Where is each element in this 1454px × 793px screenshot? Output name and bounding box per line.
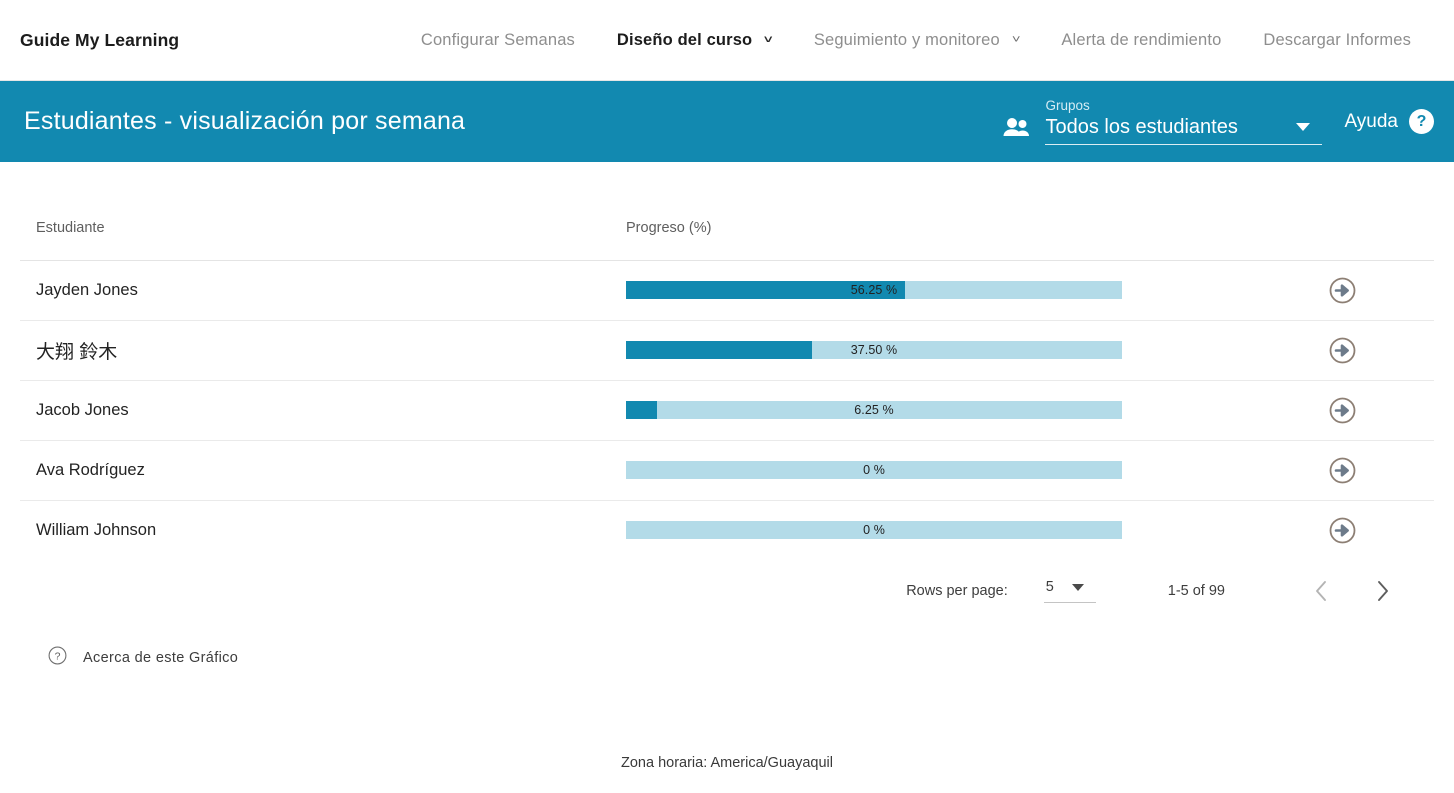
arrow-circle-right-icon[interactable] (1329, 337, 1356, 364)
svg-text:?: ? (55, 651, 61, 663)
cell-progress: 6.25 % (623, 380, 1286, 441)
cell-student: Jayden Jones (20, 260, 623, 321)
column-header-estudiante: Estudiante (20, 162, 623, 261)
nav-item-label: Configurar Semanas (420, 30, 575, 49)
progress-bar: 0 % (626, 521, 1122, 540)
timezone-footer: Zona horaria: America/Guayaquil (621, 755, 833, 771)
rows-per-page-value: 5 (1045, 579, 1054, 595)
chevron-down-icon (1296, 122, 1311, 131)
progress-bar-label: 0 % (863, 523, 885, 538)
cell-progress: 56.25 % (623, 260, 1286, 321)
table-body: Jayden Jones 56.25 % 大翔 鈴木 37.50 % Jacob… (20, 260, 1434, 560)
cell-action (1286, 380, 1434, 441)
groups-select-field[interactable]: Grupos Todos los estudiantes (1045, 97, 1323, 146)
page-header-controls: Grupos Todos los estudiantes Ayuda ? (1003, 97, 1434, 146)
nav-item-seguimiento-y-monitoreo[interactable]: Seguimiento y monitoreo ˅ (793, 31, 1041, 50)
cell-progress: 0 % (623, 440, 1286, 501)
progress-bar-label: 6.25 % (854, 403, 894, 417)
groups-field-label: Grupos (1045, 97, 1090, 113)
chevron-down-icon: ˅ (764, 33, 774, 46)
page-title: Estudiantes - visualización por semana (24, 107, 466, 135)
next-page-button[interactable] (1359, 571, 1407, 611)
main-content: Estudiante Progreso (%) Jayden Jones 56.… (0, 162, 1454, 670)
progress-bar-label: 56.25 % (850, 283, 898, 297)
arrow-circle-right-icon[interactable] (1329, 277, 1356, 304)
nav-item-alerta-de-rendimiento[interactable]: Alerta de rendimiento (1040, 31, 1242, 50)
progress-bar: 37.50 % (626, 341, 1122, 359)
cell-action (1286, 440, 1434, 501)
nav-item-descargar-informes[interactable]: Descargar Informes (1242, 31, 1432, 50)
cell-progress: 37.50 % (623, 320, 1286, 381)
help-label: Ayuda (1344, 110, 1398, 132)
student-name: 大翔 鈴木 (36, 341, 118, 363)
nav-item-label: Diseño del curso (616, 30, 753, 49)
chevron-down-icon: ˅ (1011, 33, 1021, 46)
progress-bar-label: 37.50 % (850, 343, 898, 357)
arrow-circle-right-icon[interactable] (1329, 397, 1356, 424)
groups-field-value-row: Todos los estudiantes (1045, 116, 1322, 139)
rows-per-page-select[interactable]: 5 (1043, 579, 1096, 603)
cell-student: Jacob Jones (20, 380, 623, 441)
students-progress-table: Estudiante Progreso (%) Jayden Jones 56.… (20, 162, 1434, 560)
chevron-down-icon (1071, 583, 1084, 591)
progress-bar: 0 % (626, 461, 1122, 479)
column-header-progreso: Progreso (%) (623, 162, 1286, 261)
cell-action (1286, 500, 1434, 560)
student-name: Ava Rodríguez (36, 460, 145, 479)
pagination-range-label: 1-5 of 99 (1167, 583, 1225, 599)
cell-progress: 0 % (623, 500, 1286, 560)
nav-item-configurar-semanas[interactable]: Configurar Semanas (400, 31, 596, 50)
table-row[interactable]: Jayden Jones 56.25 % (20, 260, 1434, 321)
column-header-actions (1286, 162, 1434, 261)
nav-item-label: Alerta de rendimiento (1061, 30, 1222, 49)
cell-action (1286, 260, 1434, 321)
student-name: Jayden Jones (36, 280, 138, 299)
nav-item-diseno-del-curso[interactable]: Diseño del curso ˅ (596, 31, 793, 50)
people-icon (1003, 117, 1030, 142)
nav-links: Configurar Semanas Diseño del curso ˅ Se… (179, 31, 1432, 50)
page-header-bar: Estudiantes - visualización por semana G… (0, 81, 1454, 162)
about-chart-link[interactable]: ? Acerca de este Gráfico (20, 646, 1434, 670)
table-row[interactable]: Jacob Jones 6.25 % (20, 380, 1434, 441)
table-paginator: Rows per page: 5 1-5 of 99 (20, 560, 1434, 622)
nav-item-label: Descargar Informes (1263, 30, 1411, 49)
student-name: William Johnson (36, 520, 157, 539)
cell-student: William Johnson (20, 500, 623, 560)
cell-student: Ava Rodríguez (20, 440, 623, 501)
groups-selected-value: Todos los estudiantes (1045, 116, 1238, 139)
table-row[interactable]: Ava Rodríguez 0 % (20, 440, 1434, 501)
cell-student: 大翔 鈴木 (20, 320, 623, 381)
table-header-row: Estudiante Progreso (%) (20, 162, 1434, 261)
table-row[interactable]: 大翔 鈴木 37.50 % (20, 320, 1434, 381)
student-name: Jacob Jones (36, 400, 129, 419)
rows-per-page-label: Rows per page: (906, 583, 1008, 599)
arrow-circle-right-icon[interactable] (1329, 457, 1356, 484)
progress-bar: 56.25 % (626, 281, 1122, 299)
question-mark-icon: ? (1409, 109, 1434, 134)
help-button[interactable]: Ayuda ? (1344, 109, 1434, 134)
previous-page-button[interactable] (1297, 571, 1345, 611)
progress-bar-label: 0 % (863, 463, 885, 477)
table-row[interactable]: William Johnson 0 % (20, 500, 1434, 560)
progress-bar: 6.25 % (626, 401, 1122, 419)
nav-item-label: Seguimiento y monitoreo (813, 30, 1000, 49)
app-brand-title: Guide My Learning (20, 29, 180, 50)
help-circle-icon: ? (48, 646, 67, 670)
table-header: Estudiante Progreso (%) (20, 162, 1434, 261)
cell-action (1286, 320, 1434, 381)
arrow-circle-right-icon[interactable] (1329, 517, 1356, 544)
groups-selector[interactable]: Grupos Todos los estudiantes (1003, 97, 1323, 146)
about-chart-label: Acerca de este Gráfico (83, 650, 239, 666)
top-navigation-bar: Guide My Learning Configurar Semanas Dis… (0, 0, 1454, 81)
